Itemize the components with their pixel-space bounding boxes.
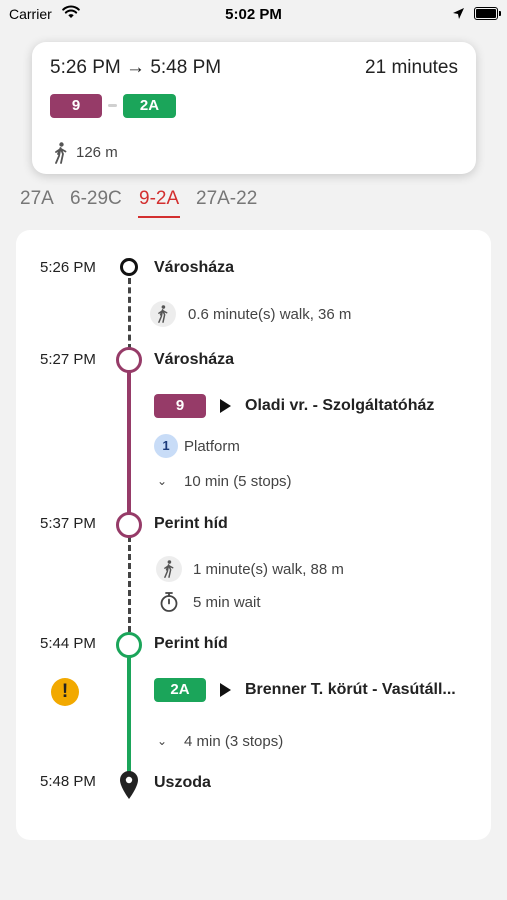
stop-node: [116, 632, 142, 658]
route-separator: [108, 104, 117, 107]
stop-time: 5:44 PM: [40, 635, 96, 652]
stop-name: Városháza: [154, 259, 235, 276]
walk-connector-line: [128, 278, 131, 350]
platform-number-badge: 1: [154, 434, 178, 458]
route-badge-9: 9: [50, 94, 102, 118]
chevron-down-icon: ⌄: [157, 474, 168, 488]
route-9-line: [127, 360, 131, 524]
battery-icon: [474, 7, 501, 20]
leg-stops-info: 4 min (3 stops): [184, 733, 284, 750]
tab-27a-22[interactable]: 27A-22: [196, 188, 257, 210]
itinerary-summary-card[interactable]: 5:26 PM → 5:48 PM 21 minutes 9 2A 126 m: [32, 42, 476, 174]
route-badge-2a: 2A: [123, 94, 176, 118]
map-pin-icon: [120, 771, 138, 799]
walk-info: 0.6 minute(s) walk, 36 m: [188, 306, 352, 323]
trip-time-range: 5:26 PM → 5:48 PM: [50, 57, 222, 78]
walk-icon: [156, 556, 182, 582]
clock: 5:02 PM: [225, 6, 282, 23]
active-tab-underline: [138, 216, 181, 218]
location-arrow-icon: [453, 8, 464, 19]
route-2a-line: [127, 654, 131, 774]
stop-time: 5:26 PM: [40, 259, 96, 276]
walk-distance: 126 m: [76, 144, 118, 161]
stop-time: 5:27 PM: [40, 351, 96, 368]
play-arrow-icon: [220, 399, 231, 413]
route-badge-9: 9: [154, 394, 206, 418]
stop-time: 5:48 PM: [40, 773, 96, 790]
route-destination: Brenner T. körút - Vasútáll...: [245, 681, 456, 698]
stop-node: [120, 258, 138, 276]
tab-9-2a[interactable]: 9-2A: [138, 188, 181, 218]
stop-name: Uszoda: [154, 774, 211, 791]
status-bar: Carrier 5:02 PM: [0, 0, 507, 30]
walk-icon: [55, 142, 67, 164]
tab-6-29c[interactable]: 6-29C: [70, 188, 122, 210]
stop-name: Perint híd: [154, 635, 228, 652]
stop-name: Perint híd: [154, 515, 228, 532]
leg-stops-info: 10 min (5 stops): [184, 473, 292, 490]
route-leg-2a[interactable]: 2A Brenner T. körút - Vasútáll...: [154, 678, 456, 702]
platform-label: Platform: [184, 438, 240, 455]
alert-icon[interactable]: !: [51, 678, 79, 706]
stop-time: 5:37 PM: [40, 515, 96, 532]
walk-info: 1 minute(s) walk, 88 m: [193, 561, 344, 578]
trip-duration: 21 minutes: [365, 57, 458, 78]
itinerary-detail-card: 5:26 PM Városháza 0.6 minute(s) walk, 36…: [16, 230, 491, 840]
stop-node: [116, 512, 142, 538]
route-destination: Oladi vr. - Szolgáltatóház: [245, 397, 435, 414]
play-arrow-icon: [220, 683, 231, 697]
walk-icon: [150, 301, 176, 327]
stop-node: [116, 347, 142, 373]
chevron-down-icon: ⌄: [157, 734, 168, 748]
route-badge-2a: 2A: [154, 678, 206, 702]
walk-connector-line: [128, 536, 131, 632]
route-leg-9[interactable]: 9 Oladi vr. - Szolgáltatóház: [154, 394, 434, 418]
stopwatch-icon: [160, 592, 178, 612]
tab-27a[interactable]: 27A: [20, 188, 54, 210]
wait-info: 5 min wait: [193, 594, 261, 611]
stop-name: Városháza: [154, 351, 235, 368]
